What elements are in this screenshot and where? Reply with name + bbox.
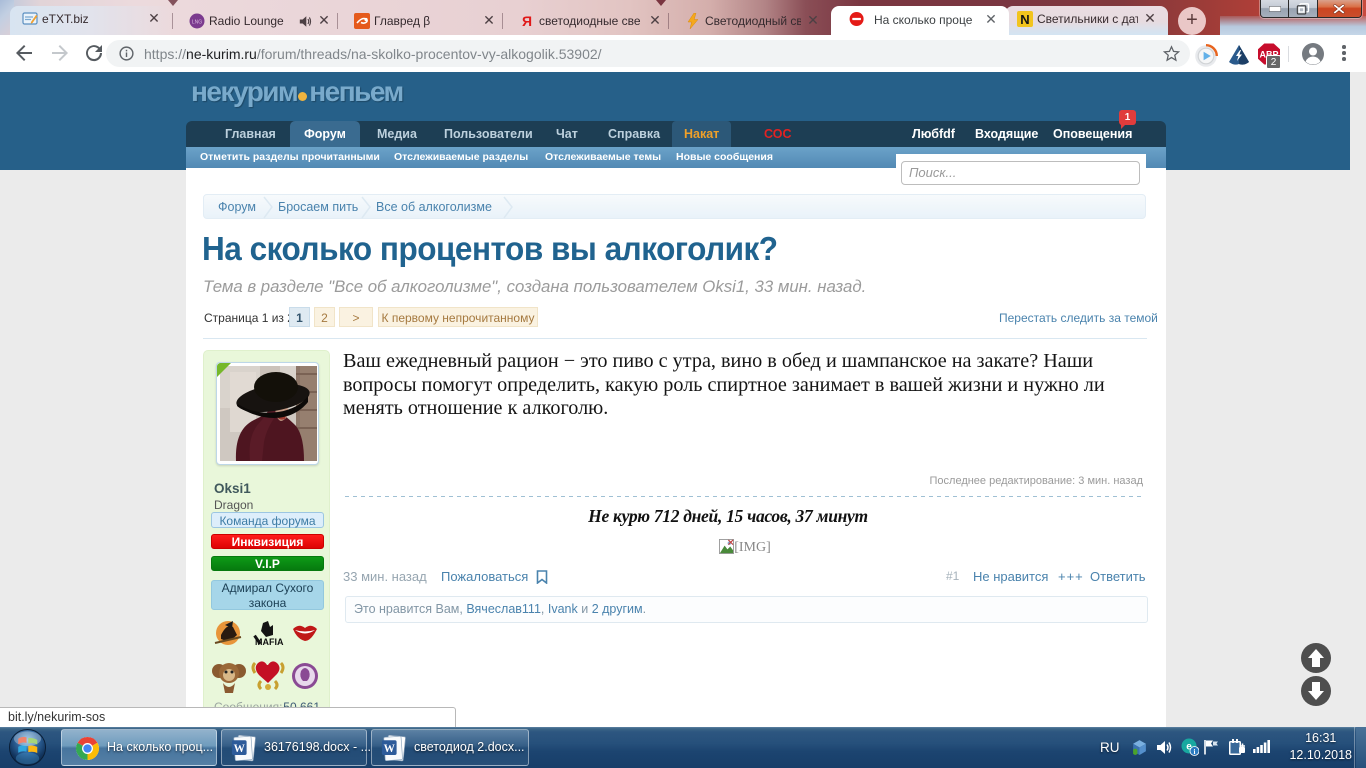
svg-text:LNG: LNG bbox=[192, 20, 202, 26]
svg-text:W: W bbox=[384, 743, 396, 755]
svg-text:MAFIA: MAFIA bbox=[255, 637, 284, 647]
svg-text:W: W bbox=[234, 743, 246, 755]
svg-text:Я: Я bbox=[522, 13, 532, 29]
svg-text:i: i bbox=[1194, 748, 1196, 756]
svg-text:N: N bbox=[1020, 12, 1029, 27]
